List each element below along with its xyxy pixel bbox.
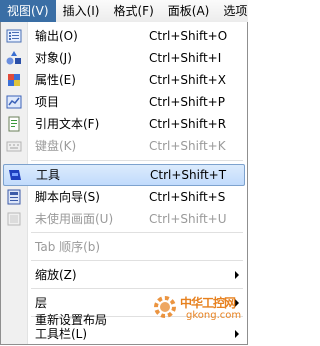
menu-item-label: 引用文本(F) <box>35 117 100 131</box>
menu-item-shortcut: Ctrl+Shift+R <box>149 117 227 131</box>
menu-item-label: 输出(O) <box>35 29 78 43</box>
menu-item-label: 工具 <box>36 168 61 182</box>
menu-item-label: Tab 顺序(b) <box>35 240 101 254</box>
menu-item-keyboard[interactable]: 键盘(K) Ctrl+Shift+K <box>1 135 247 157</box>
menu-item-shortcut: Ctrl+Shift+X <box>149 73 226 87</box>
tools-icon <box>7 167 23 183</box>
menu-separator <box>31 232 243 233</box>
output-icon <box>6 28 22 44</box>
menu-item-script-wizard[interactable]: 脚本向导(S) Ctrl+Shift+S <box>1 186 247 208</box>
menu-item-reference-text[interactable]: 引用文本(F) Ctrl+Shift+R <box>1 113 247 135</box>
menu-item-label: 缩放(Z) <box>35 268 77 282</box>
objects-icon <box>6 50 22 66</box>
menu-item-output[interactable]: 输出(O) Ctrl+Shift+O <box>1 25 247 47</box>
project-icon <box>6 94 22 110</box>
menu-separator <box>31 288 243 289</box>
menu-item-shortcut: Ctrl+Shift+I <box>149 51 222 65</box>
properties-icon <box>6 72 22 88</box>
watermark-title: 中华工控网 <box>180 296 236 310</box>
menu-item-label: 键盘(K) <box>35 139 77 153</box>
menu-item-properties[interactable]: 属性(E) Ctrl+Shift+X <box>1 69 247 91</box>
menu-item-label: 属性(E) <box>35 73 76 87</box>
menu-item-label: 未使用画面(U) <box>35 212 114 226</box>
menubar-insert[interactable]: 插入(I) <box>56 0 107 22</box>
menu-item-shortcut: Ctrl+Shift+T <box>150 168 227 182</box>
watermark-logo: 中华工控网 gkong.com <box>150 290 246 330</box>
keyboard-icon <box>6 138 22 154</box>
menu-item-tab-order[interactable]: Tab 顺序(b) <box>1 236 247 258</box>
menu-item-shortcut: Ctrl+Shift+U <box>149 212 227 226</box>
menu-item-shortcut: Ctrl+Shift+O <box>149 29 228 43</box>
menu-item-label: 脚本向导(S) <box>35 190 100 204</box>
menubar-view[interactable]: 视图(V) <box>0 0 56 22</box>
menu-item-project[interactable]: 项目 Ctrl+Shift+P <box>1 91 247 113</box>
menu-item-shortcut: Ctrl+Shift+S <box>149 190 226 204</box>
menubar-panel[interactable]: 面板(A) <box>161 0 217 22</box>
script-wizard-icon <box>6 189 22 205</box>
submenu-arrow-icon <box>235 271 239 279</box>
menu-item-zoom[interactable]: 缩放(Z) <box>1 264 247 286</box>
menu-item-label: 项目 <box>35 95 60 109</box>
menu-item-shortcut: Ctrl+Shift+K <box>149 139 226 153</box>
gear-icon <box>154 296 176 318</box>
watermark-domain: gkong.com <box>186 310 242 321</box>
menu-item-label: 对象(J) <box>35 51 72 65</box>
menu-separator <box>31 260 243 261</box>
menu-item-label: 工具栏(L) <box>35 327 88 341</box>
menubar-options[interactable]: 选项( <box>216 0 248 22</box>
menu-item-objects[interactable]: 对象(J) Ctrl+Shift+I <box>1 47 247 69</box>
reference-text-icon <box>6 116 22 132</box>
menu-item-tools[interactable]: 工具 Ctrl+Shift+T <box>3 164 245 186</box>
menu-bar: 视图(V) 插入(I) 格式(F) 面板(A) 选项( <box>0 0 248 23</box>
menu-item-unused-screens[interactable]: 未使用画面(U) Ctrl+Shift+U <box>1 208 247 230</box>
menu-separator <box>31 160 243 161</box>
unused-screens-icon <box>6 211 22 227</box>
menu-item-shortcut: Ctrl+Shift+P <box>149 95 225 109</box>
menubar-format[interactable]: 格式(F) <box>106 0 160 22</box>
submenu-arrow-icon <box>235 330 239 338</box>
